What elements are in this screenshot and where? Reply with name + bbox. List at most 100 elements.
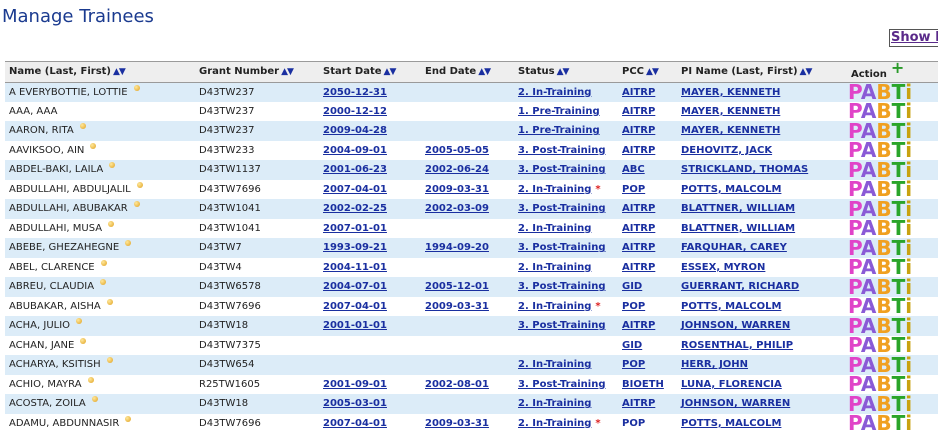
action-bio-icon[interactable]: B — [876, 297, 891, 317]
action-training-icon[interactable]: T — [892, 258, 906, 278]
status-link[interactable]: 3. Post-Training — [518, 164, 606, 175]
pcc-link[interactable]: POP — [622, 418, 645, 429]
status-link[interactable]: 3. Post-Training — [518, 242, 606, 253]
action-appointment-icon[interactable]: A — [861, 141, 876, 161]
action-profile-icon[interactable]: P — [848, 141, 861, 161]
action-profile-icon[interactable]: P — [848, 277, 861, 297]
action-profile-icon[interactable]: P — [848, 355, 861, 375]
action-info-icon[interactable]: i — [905, 219, 912, 239]
action-bio-icon[interactable]: B — [876, 180, 891, 200]
status-link[interactable]: 2. In-Training — [518, 223, 591, 234]
sort-desc-icon[interactable]: ▼ — [652, 67, 659, 77]
action-info-icon[interactable]: i — [905, 277, 912, 297]
pcc-link[interactable]: GID — [622, 340, 642, 351]
pcc-link[interactable]: AITRP — [622, 320, 655, 331]
pcc-link[interactable]: BIOETH — [622, 379, 664, 390]
sort-desc-icon[interactable]: ▼ — [563, 67, 570, 77]
action-profile-icon[interactable]: P — [848, 180, 861, 200]
action-bio-icon[interactable]: B — [876, 394, 891, 414]
start-date-link[interactable]: 2004-07-01 — [323, 281, 387, 292]
start-date-link[interactable]: 2001-01-01 — [323, 320, 387, 331]
action-bio-icon[interactable]: B — [876, 82, 891, 102]
start-date-link[interactable]: 2000-12-12 — [323, 106, 387, 117]
end-date-link[interactable]: 2009-03-31 — [425, 418, 489, 429]
status-link[interactable]: 2. In-Training — [518, 262, 591, 273]
pi-name-link[interactable]: POTTS, MALCOLM — [681, 301, 781, 312]
status-link[interactable]: 2. In-Training — [518, 398, 591, 409]
end-date-link[interactable]: 2009-03-31 — [425, 184, 489, 195]
action-profile-icon[interactable]: P — [848, 199, 861, 219]
action-bio-icon[interactable]: B — [876, 258, 891, 278]
action-appointment-icon[interactable]: A — [861, 180, 876, 200]
action-profile-icon[interactable]: P — [848, 160, 861, 180]
action-info-icon[interactable]: i — [905, 121, 912, 141]
pi-name-link[interactable]: MAYER, KENNETH — [681, 125, 780, 136]
status-link[interactable]: 2. In-Training — [518, 359, 591, 370]
status-link[interactable]: 2. In-Training — [518, 418, 591, 429]
pcc-link[interactable]: ABC — [622, 164, 645, 175]
action-bio-icon[interactable]: B — [876, 277, 891, 297]
action-info-icon[interactable]: i — [905, 102, 912, 122]
action-appointment-icon[interactable]: A — [861, 336, 876, 356]
action-appointment-icon[interactable]: A — [861, 160, 876, 180]
status-link[interactable]: 1. Pre-Training — [518, 106, 600, 117]
sort-desc-icon[interactable]: ▼ — [805, 67, 812, 77]
start-date-link[interactable]: 2005-03-01 — [323, 398, 387, 409]
action-profile-icon[interactable]: P — [848, 238, 861, 258]
action-info-icon[interactable]: i — [905, 82, 912, 102]
pi-name-link[interactable]: MAYER, KENNETH — [681, 87, 780, 98]
action-training-icon[interactable]: T — [892, 219, 906, 239]
action-bio-icon[interactable]: B — [876, 160, 891, 180]
action-profile-icon[interactable]: P — [848, 82, 861, 102]
add-trainee-icon[interactable]: + — [891, 62, 904, 77]
action-training-icon[interactable]: T — [892, 82, 906, 102]
action-info-icon[interactable]: i — [905, 258, 912, 278]
pi-name-link[interactable]: GUERRANT, RICHARD — [681, 281, 799, 292]
action-appointment-icon[interactable]: A — [861, 316, 876, 336]
status-link[interactable]: 3. Post-Training — [518, 203, 606, 214]
pcc-link[interactable]: AITRP — [622, 242, 655, 253]
pcc-link[interactable]: AITRP — [622, 203, 655, 214]
status-link[interactable]: 3. Post-Training — [518, 145, 606, 156]
action-profile-icon[interactable]: P — [848, 375, 861, 395]
action-appointment-icon[interactable]: A — [861, 219, 876, 239]
action-info-icon[interactable]: i — [905, 160, 912, 180]
action-info-icon[interactable]: i — [905, 180, 912, 200]
action-training-icon[interactable]: T — [892, 180, 906, 200]
start-date-link[interactable]: 2050-12-31 — [323, 87, 387, 98]
action-info-icon[interactable]: i — [905, 414, 912, 434]
status-link[interactable]: 3. Post-Training — [518, 320, 606, 331]
action-bio-icon[interactable]: B — [876, 121, 891, 141]
action-training-icon[interactable]: T — [892, 141, 906, 161]
action-training-icon[interactable]: T — [892, 414, 906, 434]
pi-name-link[interactable]: HERR, JOHN — [681, 359, 748, 370]
pcc-link[interactable]: AITRP — [622, 125, 655, 136]
action-info-icon[interactable]: i — [905, 141, 912, 161]
action-bio-icon[interactable]: B — [876, 238, 891, 258]
pcc-link[interactable]: AITRP — [622, 398, 655, 409]
action-training-icon[interactable]: T — [892, 375, 906, 395]
action-profile-icon[interactable]: P — [848, 258, 861, 278]
action-training-icon[interactable]: T — [892, 316, 906, 336]
action-training-icon[interactable]: T — [892, 121, 906, 141]
action-bio-icon[interactable]: B — [876, 375, 891, 395]
start-date-link[interactable]: 2009-04-28 — [323, 125, 387, 136]
action-info-icon[interactable]: i — [905, 238, 912, 258]
pi-name-link[interactable]: LUNA, FLORENCIA — [681, 379, 782, 390]
action-profile-icon[interactable]: P — [848, 394, 861, 414]
pi-name-link[interactable]: JOHNSON, WARREN — [681, 398, 790, 409]
status-link[interactable]: 3. Post-Training — [518, 379, 606, 390]
action-profile-icon[interactable]: P — [848, 102, 861, 122]
end-date-link[interactable]: 1994-09-20 — [425, 242, 489, 253]
pi-name-link[interactable]: MAYER, KENNETH — [681, 106, 780, 117]
sort-desc-icon[interactable]: ▼ — [119, 67, 126, 77]
start-date-link[interactable]: 2007-04-01 — [323, 184, 387, 195]
action-info-icon[interactable]: i — [905, 394, 912, 414]
action-profile-icon[interactable]: P — [848, 219, 861, 239]
action-training-icon[interactable]: T — [892, 102, 906, 122]
status-link[interactable]: 1. Pre-Training — [518, 125, 600, 136]
action-appointment-icon[interactable]: A — [861, 394, 876, 414]
start-date-link[interactable]: 1993-09-21 — [323, 242, 387, 253]
status-link[interactable]: 2. In-Training — [518, 87, 591, 98]
show-filter-link[interactable]: Show F — [889, 29, 938, 47]
